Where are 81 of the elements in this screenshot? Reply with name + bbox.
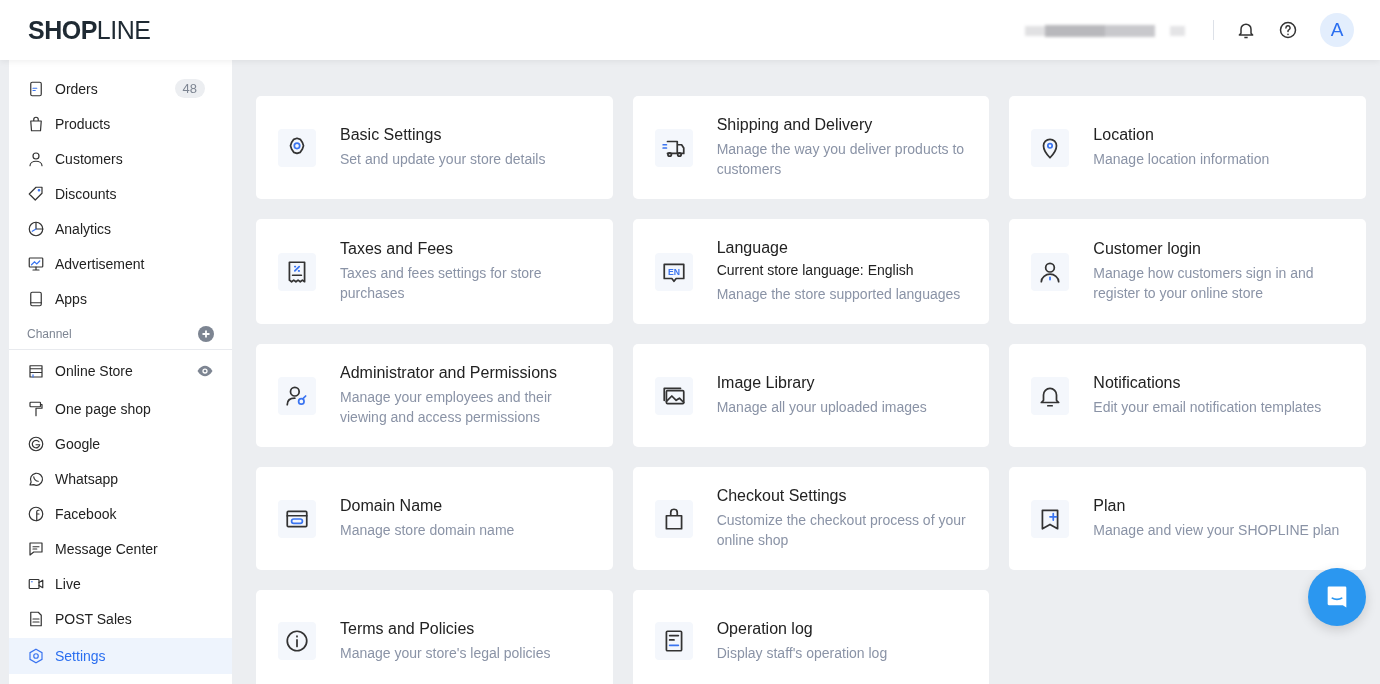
card-description: Display staff's operation log [716,643,888,663]
sidebar-item[interactable]: Apps [9,281,232,316]
sidebar-item[interactable]: Products [9,106,232,141]
paint-roller-icon [27,399,45,418]
sidebar-item[interactable]: Facebook [9,496,232,531]
settings-card[interactable]: Operation log Display staff's operation log [632,590,990,684]
card-description: Manage all your uploaded images [716,398,927,417]
card-title: Language [716,239,789,257]
card-title: Notifications [1093,374,1182,392]
orders-icon [27,79,45,98]
storefront-icon [27,362,45,380]
current-language: Current store language: English [716,262,915,278]
logo[interactable]: SHOPLINE [28,15,151,45]
sidebar-item[interactable]: Google [9,426,232,461]
sidebar-item[interactable]: Discounts [9,176,232,211]
info-icon [284,628,310,654]
card-description: Taxes and fees settings for store purchases [340,264,543,303]
sidebar-item[interactable]: Advertisement [9,246,232,281]
settings-card[interactable]: Location Manage location information [1009,96,1366,199]
card-description: Manage store domain name [340,521,515,540]
card-description: Manage the way you deliver products to customers [716,140,966,179]
card-description: Set and update your store details [340,150,546,169]
card-description: Manage the store supported languages [716,285,961,304]
card-description: Manage how customers sign in and register to your online store [1093,264,1315,303]
card-description: Customize the checkout process of your online shop [716,511,967,550]
card-title: Operation log [716,619,814,638]
sidebar-item[interactable]: POST Sales [9,601,232,636]
settings-card[interactable]: Basic Settings Set and update your store details [256,96,613,199]
count-badge: 48 [174,79,205,98]
sidebar-item[interactable]: Settings [9,638,232,674]
card-title: Shipping and Delivery [716,116,874,134]
facebook-icon [27,504,45,523]
card-title: Administrator and Permissions [340,364,558,382]
card-title: Image Library [716,374,816,392]
card-title: Domain Name [340,497,444,515]
sidebar-item[interactable]: Live [9,566,232,601]
settings-card[interactable]: Domain Name Manage store domain name [256,467,613,570]
person-icon [27,149,45,168]
card-title: Plan [1093,497,1127,515]
document-icon [27,609,45,628]
add-icon[interactable] [198,326,214,342]
settings-card[interactable]: Image Library Manage all your uploaded images [632,344,990,447]
card-description: Manage your employees and their viewing and access permissions [340,388,553,427]
help-icon[interactable] [1278,20,1298,40]
settings-card[interactable]: Checkout Settings Customize the checkout process of your online shop [632,467,990,570]
settings-card[interactable]: Terms and Policies Manage your store's legal policies [256,590,613,684]
sidebar-item[interactable]: One page shop [9,391,232,426]
settings-card[interactable]: Notifications Edit your email notification templates [1009,344,1366,447]
card-title: Location [1093,126,1155,144]
monitor-icon [27,254,45,273]
google-g-icon [27,434,45,453]
sidebar-item[interactable]: Customers [9,141,232,176]
tablet-icon [27,289,45,308]
settings-card[interactable]: Shipping and Delivery Manage the way you deliver products to customers [632,96,990,199]
tag-icon [27,184,45,203]
settings-card[interactable]: EN Language Current store language: English Manage the store supported languages [632,219,990,324]
settings-card[interactable]: Administrator and Permissions Manage your employees and their viewing and access permissions [256,344,613,447]
card-description: Manage location information [1093,150,1270,169]
card-title: Terms and Policies [340,619,476,638]
card-description: Edit your email notification templates [1093,398,1322,417]
settings-card[interactable]: Customer login Manage how customers sign in and register to your online store [1009,219,1366,324]
sidebar-item[interactable]: Orders 48 [9,71,232,106]
sidebar-item[interactable]: Whatsapp [9,461,232,496]
card-title: Basic Settings [340,126,443,144]
settings-card[interactable]: Taxes and Fees Taxes and fees settings for store purchases [256,219,613,324]
settings-card[interactable]: Plan Manage and view your SHOPLINE plan [1009,467,1366,570]
sidebar-item[interactable]: Message Center [9,531,232,566]
card-title: Customer login [1093,240,1202,258]
card-title: Taxes and Fees [340,240,454,258]
user-avatar[interactable]: A [1320,13,1354,47]
card-description: Manage and view your SHOPLINE plan [1093,521,1340,540]
chat-button[interactable] [1308,568,1366,626]
pie-chart-icon [27,219,45,238]
sidebar-item[interactable]: Analytics [9,211,232,246]
sidebar-item[interactable]: Online Store [9,352,232,390]
settings-icon [27,647,45,665]
chat-icon [27,539,45,558]
card-title: Checkout Settings [716,487,848,505]
card-description: Manage your store's legal policies [340,643,551,663]
section-label: Channel [27,327,72,341]
bag-icon [27,114,45,133]
